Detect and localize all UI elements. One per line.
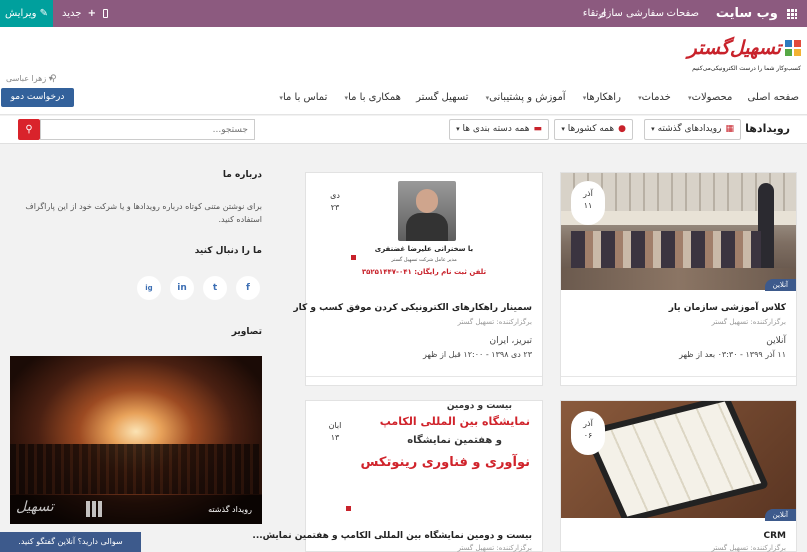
card-footer	[561, 376, 796, 385]
poster-line: بیست و دومین	[446, 401, 512, 411]
nav-solutions[interactable]: راهکارها▾	[581, 92, 621, 103]
poster-line: نمایشگاه بین المللی الکامپ	[379, 415, 530, 428]
user-menu[interactable]: ▾ زهرا عباسی	[6, 74, 53, 83]
event-card[interactable]: آذر ۱۱ آنلاین کلاس آموزشی سازمان یار برگز…	[560, 172, 797, 386]
apps-menu-button[interactable]: وب سایت	[716, 0, 797, 27]
events-toolbar: رویدادها ▦رویدادهای گذشته ▾ ●همه کشورها …	[0, 116, 807, 144]
apps-grid-icon	[787, 9, 797, 19]
edit-button[interactable]: ✎ ویرایش	[0, 0, 53, 27]
chevron-down-icon: ▾	[561, 125, 565, 133]
registration-phone: تلفن ثبت نام رایگان: ۰۴۱-۳۵۲۵۱۴۴۷	[361, 268, 487, 276]
event-title[interactable]: بیست و دومین نمایشگاه بین المللی الکامپ …	[252, 531, 532, 541]
pencil-icon: ✎	[39, 8, 49, 19]
nav-company[interactable]: تسهیل گستر	[416, 92, 468, 103]
main-nav: صفحه اصلی محصولات▾ خدمات▾ راهکارها▾ آموز…	[265, 92, 799, 103]
follow-title: ما را دنبال کنید	[194, 246, 262, 256]
folder-icon: ▬	[533, 124, 542, 134]
menu-customize[interactable]: سفارشی سازی	[599, 0, 664, 27]
event-title[interactable]: CRM	[764, 531, 787, 541]
search-input[interactable]	[40, 119, 255, 140]
online-badge: آنلاین	[764, 279, 796, 291]
logo-word: تسهیل‌گستر	[687, 37, 781, 59]
event-date-badge: آذر ۰۶	[571, 411, 605, 455]
event-card[interactable]: بیست و دومین نمایشگاه بین المللی الکامپ …	[252, 400, 543, 552]
event-title[interactable]: سمینار راهکارهای الکترونیکی کردن موفق کس…	[293, 303, 532, 313]
gallery-photo[interactable]: رویداد گذشته تسهیل	[10, 356, 262, 524]
online-badge: آنلاین	[764, 509, 796, 521]
instagram-icon[interactable]: ig	[137, 276, 161, 300]
mobile-preview-button[interactable]	[103, 0, 108, 27]
nav-products[interactable]: محصولات▾	[686, 92, 732, 103]
filter-country[interactable]: ●همه کشورها ▾	[554, 119, 633, 140]
card-footer	[306, 376, 542, 385]
page-title: رویدادها	[745, 122, 790, 135]
event-organizer: برگزارکننده: تسهیل گستر	[457, 318, 532, 326]
nav-cooperate[interactable]: همکاری با ما▾	[343, 92, 401, 103]
logo-tagline: کسب‌وکار شما را درست الکترونیکی‌می‌کنیم	[692, 65, 801, 72]
site-logo[interactable]: تسهیل‌گستر کسب‌وکار شما را درست الکترونی…	[688, 37, 801, 77]
event-organizer: برگزارکننده: تسهیل گستر	[457, 544, 532, 552]
menu-pages[interactable]: صفحات	[667, 0, 699, 27]
admin-top-bar: وب سایت صفحات سفارشی سازی ارتقاء + جدید …	[0, 0, 807, 27]
logo-mark-icon	[785, 40, 801, 56]
nav-training[interactable]: آموزش و پشتیبانی▾	[484, 92, 566, 103]
chevron-down-icon: ▾	[456, 125, 460, 133]
speaker-role: مدیر عامل شرکت تسهیل گستر	[391, 257, 457, 263]
photos-title: تصاویر	[231, 327, 262, 337]
watermark-logo: تسهیل	[16, 497, 106, 521]
map-marker-icon: ●	[618, 124, 626, 134]
poster-line: نوآوری و فناوری رینوتکس	[360, 455, 530, 470]
filter-category[interactable]: ▬همه دسته بندی ها ▾	[449, 119, 549, 140]
about-title: درباره ما	[222, 170, 262, 180]
event-time: ۱۱ آذر ۱۳۹۹ - ۰۳:۳۰ بعد از ظهر	[679, 350, 786, 359]
nav-contact[interactable]: تماس با ما▾	[277, 92, 327, 103]
filter-time[interactable]: ▦رویدادهای گذشته ▾	[644, 119, 741, 140]
linkedin-icon[interactable]: in	[170, 276, 194, 300]
new-button[interactable]: + جدید	[62, 0, 96, 27]
event-title[interactable]: کلاس آموزشی سازمان یار	[669, 303, 786, 313]
live-chat-button[interactable]: سوالی دارید؟ آنلاین گفتگو کنید.	[0, 532, 141, 552]
speaker-photo	[398, 181, 456, 241]
event-location: تبریز، ایران	[489, 336, 532, 346]
event-date-badge: ابان ۱۳	[318, 413, 352, 457]
event-card[interactable]: آذر ۰۶ آنلاین CRM برگزارکننده: تسهیل گستر	[560, 400, 797, 552]
menu-upgrade[interactable]: ارتقاء	[583, 0, 606, 27]
nav-services[interactable]: خدمات▾	[636, 92, 671, 103]
chevron-down-icon: ▾	[651, 125, 655, 133]
website-brand: وب سایت	[715, 6, 778, 21]
event-location: آنلاین	[766, 336, 786, 346]
search-button[interactable]: ⚲	[18, 119, 40, 140]
twitter-icon[interactable]: t	[203, 276, 227, 300]
request-demo-button[interactable]: درخواست دمو	[1, 88, 74, 107]
event-time: ۲۳ دی ۱۳۹۸ - ۱۲:۰۰ قبل از ظهر	[422, 350, 532, 359]
event-date-badge: دی ۲۳	[318, 183, 352, 227]
search-icon: ⚲	[25, 124, 33, 135]
calendar-icon: ▦	[725, 124, 734, 134]
mobile-icon	[103, 8, 108, 18]
about-text: برای نوشتن متنی کوتاه درباره رویدادها و …	[25, 202, 262, 224]
poster-line: و هفتمین نمایشگاه	[407, 435, 502, 446]
nav-home[interactable]: صفحه اصلی	[748, 92, 799, 103]
facebook-icon[interactable]: f	[236, 276, 260, 300]
speaker-name: با سخنرانی علیرضا غضنفری	[374, 245, 474, 253]
event-organizer: برگزارکننده: تسهیل گستر	[711, 544, 786, 552]
event-card[interactable]: با سخنرانی علیرضا غضنفری مدیر عامل شرکت …	[293, 172, 543, 386]
event-date-badge: آذر ۱۱	[571, 181, 605, 225]
site-header: تسهیل‌گستر کسب‌وکار شما را درست الکترونی…	[0, 27, 807, 115]
event-organizer: برگزارکننده: تسهیل گستر	[711, 318, 786, 326]
plus-icon: +	[87, 8, 97, 19]
